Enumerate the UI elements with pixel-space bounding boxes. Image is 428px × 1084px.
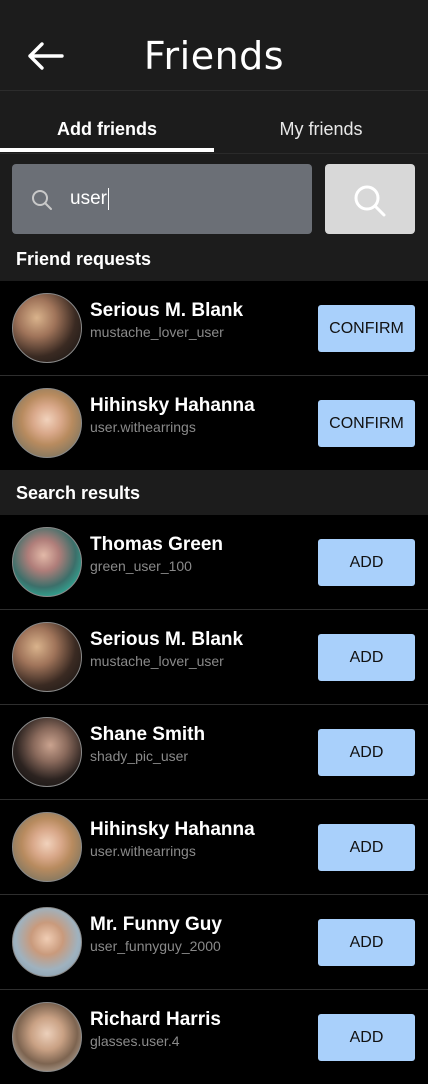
- avatar[interactable]: [12, 527, 82, 597]
- friend-handle: mustache_lover_user: [90, 653, 224, 669]
- list-item: Serious M. Blank mustache_lover_user ADD: [0, 610, 428, 705]
- search-results-heading: Search results: [16, 483, 141, 503]
- search-results-list: Thomas Green green_user_100 ADD Serious …: [0, 515, 428, 1084]
- friend-handle: glasses.user.4: [90, 1033, 180, 1049]
- friend-name[interactable]: Richard Harris: [90, 1009, 221, 1031]
- friend-name[interactable]: Mr. Funny Guy: [90, 914, 222, 936]
- friend-name[interactable]: Serious M. Blank: [90, 629, 243, 651]
- active-tab-indicator: [0, 148, 214, 152]
- avatar[interactable]: [12, 293, 82, 363]
- friend-name[interactable]: Thomas Green: [90, 534, 223, 556]
- friend-handle: mustache_lover_user: [90, 324, 224, 340]
- list-item: Serious M. Blank mustache_lover_user CON…: [0, 281, 428, 376]
- friend-handle: user.withearrings: [90, 843, 196, 859]
- friend-requests-list: Serious M. Blank mustache_lover_user CON…: [0, 281, 428, 470]
- search-field[interactable]: [12, 164, 312, 234]
- avatar[interactable]: [12, 622, 82, 692]
- list-item: Shane Smith shady_pic_user ADD: [0, 705, 428, 800]
- list-item: Thomas Green green_user_100 ADD: [0, 515, 428, 610]
- tab-my-friends[interactable]: My friends: [214, 92, 428, 154]
- friend-handle: user_funnyguy_2000: [90, 938, 221, 954]
- app-header: Friends: [0, 0, 428, 91]
- search-input[interactable]: [70, 164, 300, 234]
- search-button[interactable]: [325, 164, 415, 234]
- friend-handle: shady_pic_user: [90, 748, 189, 764]
- search-icon: [354, 185, 386, 217]
- add-button[interactable]: ADD: [318, 539, 415, 586]
- add-button[interactable]: ADD: [318, 919, 415, 966]
- friend-handle: green_user_100: [90, 558, 192, 574]
- list-item: Richard Harris glasses.user.4 ADD: [0, 990, 428, 1084]
- avatar[interactable]: [12, 907, 82, 977]
- friend-name[interactable]: Hihinsky Hahanna: [90, 395, 255, 417]
- friend-name[interactable]: Serious M. Blank: [90, 300, 243, 322]
- avatar[interactable]: [12, 717, 82, 787]
- avatar[interactable]: [12, 1002, 82, 1072]
- confirm-button[interactable]: CONFIRM: [318, 400, 415, 447]
- add-button[interactable]: ADD: [318, 729, 415, 776]
- list-item: Mr. Funny Guy user_funnyguy_2000 ADD: [0, 895, 428, 990]
- list-item: Hihinsky Hahanna user.withearrings ADD: [0, 800, 428, 895]
- friend-requests-heading: Friend requests: [16, 249, 152, 269]
- search-icon: [32, 190, 52, 210]
- friend-name[interactable]: Shane Smith: [90, 724, 205, 746]
- tab-add-friends[interactable]: Add friends: [0, 92, 214, 154]
- avatar[interactable]: [12, 812, 82, 882]
- page-title: Friends: [143, 34, 285, 78]
- avatar[interactable]: [12, 388, 82, 458]
- add-button[interactable]: ADD: [318, 634, 415, 681]
- list-item: Hihinsky Hahanna user.withearrings CONFI…: [0, 376, 428, 471]
- friend-handle: user.withearrings: [90, 419, 196, 435]
- add-button[interactable]: ADD: [318, 1014, 415, 1061]
- text-cursor: [108, 188, 109, 210]
- confirm-button[interactable]: CONFIRM: [318, 305, 415, 352]
- tab-bar: Add friends My friends: [0, 92, 428, 154]
- add-button[interactable]: ADD: [318, 824, 415, 871]
- friend-name[interactable]: Hihinsky Hahanna: [90, 819, 255, 841]
